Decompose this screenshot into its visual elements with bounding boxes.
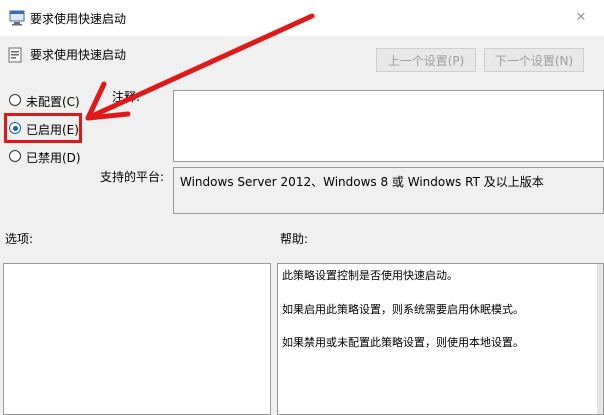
previous-setting-button[interactable]: 上一个设置(P)	[376, 48, 476, 72]
comment-label: 注释:	[112, 90, 141, 104]
next-setting-button[interactable]: 下一个设置(N)	[484, 48, 584, 72]
close-button[interactable]: ✕	[562, 5, 600, 31]
help-line: 如果启用此策略设置，则系统需要启用休眠模式。	[282, 303, 524, 316]
options-label: 选项:	[5, 232, 34, 246]
platform-value: Windows Server 2012、Windows 8 或 Windows …	[180, 175, 544, 189]
policy-settings-icon	[9, 10, 27, 26]
help-line: 此策略设置控制是否使用快速启动。	[282, 269, 458, 282]
policy-icon	[7, 47, 23, 63]
help-label: 帮助:	[280, 232, 309, 246]
radio-label: 已禁用(D)	[26, 151, 81, 165]
annotation-highlight-box	[4, 113, 82, 143]
platform-field: Windows Server 2012、Windows 8 或 Windows …	[173, 167, 604, 214]
options-pane[interactable]	[3, 263, 271, 415]
radio-circle	[9, 94, 21, 106]
radio-not-configured[interactable]: 未配置(C)	[9, 92, 109, 110]
radio-circle	[9, 150, 21, 162]
help-pane[interactable]: 此策略设置控制是否使用快速启动。 如果启用此策略设置，则系统需要启用休眠模式。 …	[277, 263, 604, 415]
platform-label: 支持的平台:	[100, 170, 165, 184]
close-icon: ✕	[575, 10, 587, 25]
comment-textarea[interactable]	[173, 90, 604, 162]
help-line: 如果禁用或未配置此策略设置，则使用本地设置。	[282, 336, 524, 349]
policy-title: 要求使用快速启动	[30, 48, 127, 62]
window-title: 要求使用快速启动	[30, 12, 127, 26]
radio-label: 未配置(C)	[26, 95, 80, 109]
help-scrollbar[interactable]	[597, 264, 603, 414]
title-bar: 要求使用快速启动 ✕	[0, 0, 604, 36]
radio-disabled[interactable]: 已禁用(D)	[9, 148, 109, 166]
